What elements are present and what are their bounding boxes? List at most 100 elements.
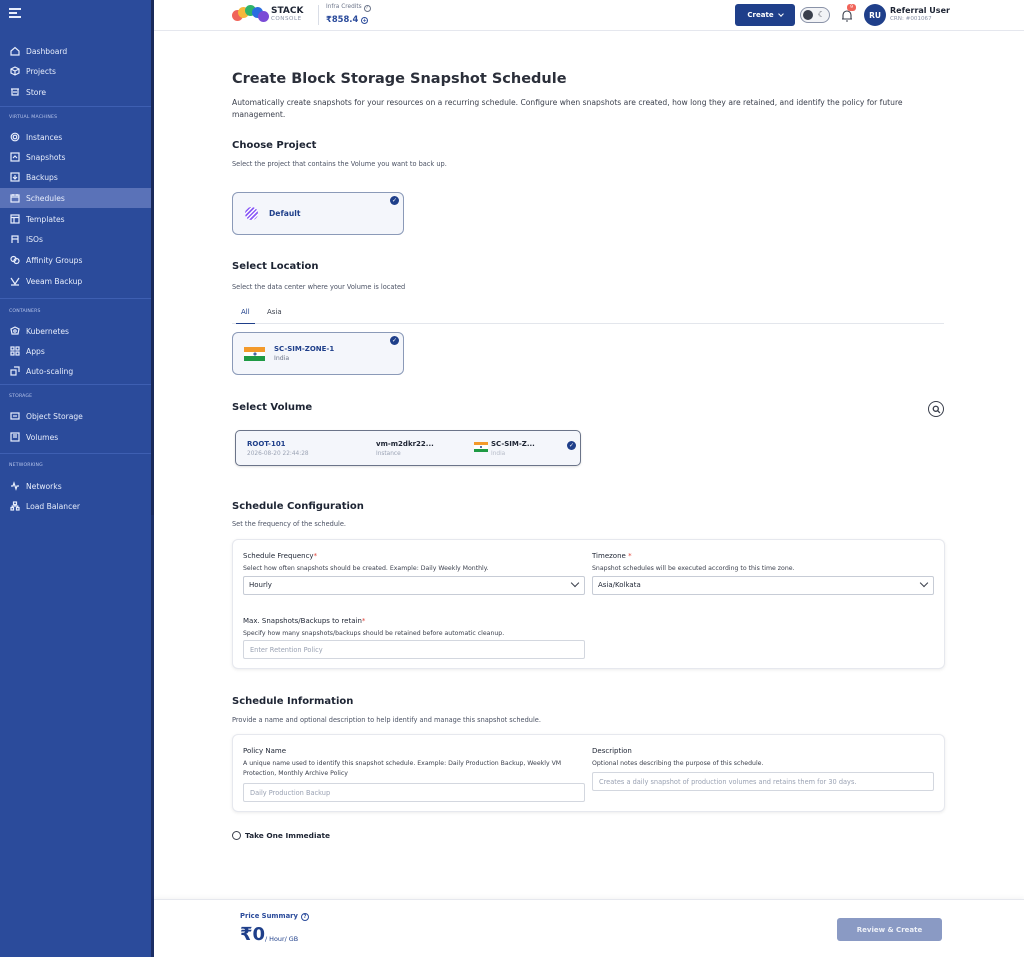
sidebar-item-label: Projects bbox=[26, 66, 56, 76]
sidebar-item-label: Kubernetes bbox=[26, 326, 69, 336]
policy-name-input[interactable]: Daily Production Backup bbox=[243, 783, 585, 802]
chevron-down-icon bbox=[919, 578, 929, 588]
store-icon bbox=[9, 87, 20, 98]
project-icon bbox=[245, 207, 258, 220]
sidebar-item-label: Instances bbox=[26, 132, 63, 142]
kubernetes-icon bbox=[9, 326, 20, 337]
notifications-button[interactable]: 9 bbox=[840, 4, 856, 22]
sidebar-item-veeam-backup[interactable]: Veeam Backup bbox=[0, 271, 151, 291]
timezone-value: Asia/Kolkata bbox=[598, 581, 641, 589]
sidebar-divider bbox=[0, 106, 151, 107]
info-icon[interactable]: ? bbox=[363, 5, 371, 12]
volume-instance: vm-m2dkr22... bbox=[376, 440, 434, 448]
sidebar-item-dashboard[interactable]: Dashboard bbox=[0, 41, 151, 61]
sidebar-divider bbox=[0, 453, 151, 454]
project-card-default[interactable]: Default ✓ bbox=[232, 192, 404, 235]
sidebar-item-snapshots[interactable]: Snapshots bbox=[0, 147, 151, 167]
zone-name: SC-SIM-ZONE-1 bbox=[274, 345, 335, 353]
sidebar-item-object-storage[interactable]: Object Storage bbox=[0, 406, 151, 426]
sidebar-item-label: Affinity Groups bbox=[26, 255, 83, 265]
check-icon: ✓ bbox=[390, 196, 399, 205]
sidebar-item-templates[interactable]: Templates bbox=[0, 209, 151, 229]
avatar[interactable]: RU bbox=[864, 4, 886, 26]
sidebar-item-label: Backups bbox=[26, 172, 58, 182]
project-name: Default bbox=[269, 209, 301, 218]
description-input[interactable]: Creates a daily snapshot of production v… bbox=[592, 772, 934, 791]
volume-country: India bbox=[491, 451, 506, 457]
affinity-icon bbox=[9, 255, 20, 266]
volume-name: ROOT-101 bbox=[247, 440, 286, 448]
sun-icon bbox=[803, 10, 813, 20]
info-icon[interactable]: ? bbox=[300, 913, 309, 921]
sidebar-divider bbox=[0, 384, 151, 385]
veeam-icon bbox=[9, 276, 20, 287]
sidebar-item-label: ISOs bbox=[26, 234, 43, 244]
sidebar-item-projects[interactable]: Projects bbox=[0, 61, 151, 81]
price-value: ₹0 bbox=[240, 924, 266, 945]
sidebar-item-label: Schedules bbox=[26, 193, 65, 203]
sidebar-section-title: CONTAINERS bbox=[9, 309, 41, 314]
section-title-location: Select Location bbox=[232, 261, 319, 272]
frequency-label: Schedule Frequency* bbox=[243, 552, 318, 560]
autoscale-icon bbox=[9, 366, 20, 377]
sidebar-item-isos[interactable]: ISOs bbox=[0, 229, 151, 249]
notification-badge: 9 bbox=[847, 4, 856, 11]
search-button[interactable] bbox=[928, 401, 944, 417]
sidebar-item-label: Veeam Backup bbox=[26, 276, 83, 286]
frequency-value: Hourly bbox=[249, 581, 272, 589]
section-title-schedule-info: Schedule Information bbox=[232, 696, 354, 707]
take-one-immediate-option[interactable]: Take One Immediate bbox=[232, 831, 330, 840]
retention-input[interactable]: Enter Retention Policy bbox=[243, 640, 585, 659]
sidebar-item-volumes[interactable]: Volumes bbox=[0, 427, 151, 447]
sidebar-item-kubernetes[interactable]: Kubernetes bbox=[0, 321, 151, 341]
load-balancer-icon bbox=[9, 501, 20, 512]
sidebar-item-load-balancer[interactable]: Load Balancer bbox=[0, 496, 151, 516]
radio-icon[interactable] bbox=[232, 831, 241, 840]
add-credits-icon[interactable]: + bbox=[361, 17, 369, 24]
section-title-project: Choose Project bbox=[232, 140, 317, 151]
user-name: Referral User bbox=[890, 6, 950, 15]
user-info[interactable]: Referral User CRN: #001067 bbox=[890, 6, 950, 24]
timezone-select[interactable]: Asia/Kolkata bbox=[592, 576, 934, 595]
sidebar-item-store[interactable]: Store bbox=[0, 82, 151, 102]
stack-console-logo[interactable]: STACK CONSOLE bbox=[232, 5, 303, 25]
theme-toggle[interactable]: ☾ bbox=[800, 7, 830, 23]
sidebar-item-schedules[interactable]: Schedules bbox=[0, 188, 151, 208]
sidebar-item-affinity-groups[interactable]: Affinity Groups bbox=[0, 250, 151, 270]
sidebar-item-label: Templates bbox=[26, 214, 65, 224]
calendar-icon bbox=[9, 193, 20, 204]
sidebar-item-apps[interactable]: Apps bbox=[0, 341, 151, 361]
page-title: Create Block Storage Snapshot Schedule bbox=[232, 71, 567, 87]
location-card-sc-sim-zone-1[interactable]: SC-SIM-ZONE-1 India ✓ bbox=[232, 332, 404, 375]
description-label: Description bbox=[592, 747, 632, 755]
menu-icon[interactable] bbox=[9, 8, 21, 18]
take-one-immediate-label: Take One Immediate bbox=[245, 831, 331, 840]
frequency-select[interactable]: Hourly bbox=[243, 576, 585, 595]
iso-icon bbox=[9, 234, 20, 245]
sidebar-divider bbox=[0, 298, 151, 299]
review-create-button[interactable]: Review & Create bbox=[837, 918, 942, 941]
section-title-schedule-config: Schedule Configuration bbox=[232, 501, 364, 512]
infra-credits: Infra Credits ? ₹858.4 + bbox=[326, 4, 371, 24]
sidebar-item-auto-scaling[interactable]: Auto-scaling bbox=[0, 361, 151, 381]
logo-text: STACK bbox=[271, 6, 304, 16]
logo-subtext: CONSOLE bbox=[271, 16, 302, 22]
divider bbox=[318, 5, 319, 25]
snapshot-icon bbox=[9, 152, 20, 163]
retain-help: Specify how many snapshots/backups shoul… bbox=[243, 630, 505, 637]
section-desc-location: Select the data center where your Volume… bbox=[232, 283, 406, 291]
tab-all[interactable]: All bbox=[236, 307, 255, 324]
box-icon bbox=[9, 66, 20, 77]
volume-row[interactable]: ROOT-101 2026-08-20 22:44:28 vm-m2dkr22.… bbox=[235, 430, 581, 466]
sidebar-item-backups[interactable]: Backups bbox=[0, 167, 151, 187]
sidebar-item-instances[interactable]: Instances bbox=[0, 127, 151, 147]
timezone-label: Timezone * bbox=[592, 552, 632, 560]
frequency-help: Select how often snapshots should be cre… bbox=[243, 565, 489, 572]
volume-instance-label: Instance bbox=[376, 451, 401, 457]
policy-name-label: Policy Name bbox=[243, 747, 287, 755]
volume-zone: SC-SIM-Z... bbox=[491, 440, 535, 448]
price-footer: Price Summary? ₹0 / Hour/ GB Review & Cr… bbox=[154, 899, 1024, 957]
create-button[interactable]: Create bbox=[735, 4, 795, 26]
tab-asia[interactable]: Asia bbox=[262, 307, 287, 324]
sidebar-item-networks[interactable]: Networks bbox=[0, 476, 151, 496]
